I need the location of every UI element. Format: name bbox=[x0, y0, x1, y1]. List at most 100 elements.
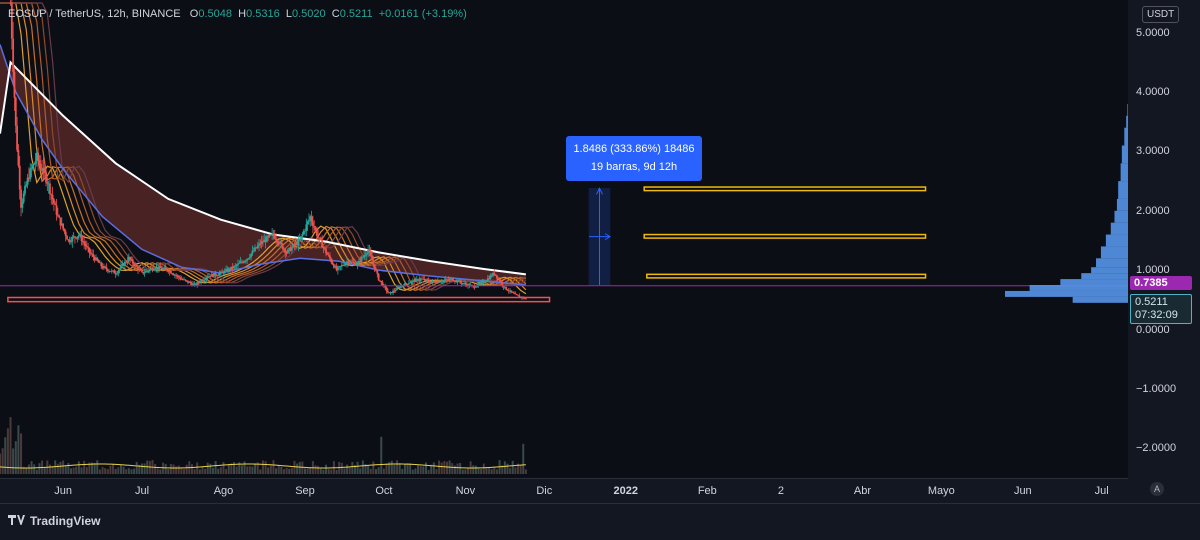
candle-body bbox=[14, 97, 17, 126]
volume-bar bbox=[325, 464, 328, 474]
volume-bar bbox=[190, 464, 193, 474]
volume-bar bbox=[327, 469, 330, 474]
profile-bar bbox=[1100, 246, 1128, 259]
candle-body bbox=[475, 286, 477, 288]
volume-bar bbox=[285, 467, 288, 474]
candle-body bbox=[223, 270, 226, 274]
candle-body bbox=[510, 290, 513, 293]
candle-body bbox=[148, 269, 151, 271]
candle-body bbox=[51, 194, 54, 200]
candle-body bbox=[281, 243, 284, 249]
candle-body bbox=[16, 125, 18, 150]
candle-body bbox=[22, 193, 25, 203]
volume-bar bbox=[385, 463, 388, 474]
volume-bar bbox=[269, 465, 272, 474]
volume-bar bbox=[372, 461, 375, 474]
candle-body bbox=[24, 185, 26, 194]
volume-bar bbox=[133, 468, 136, 474]
profile-bar bbox=[1096, 258, 1128, 268]
legend-low: 0.5020 bbox=[292, 8, 326, 20]
volume-bar bbox=[206, 462, 209, 474]
volume-bar bbox=[296, 463, 299, 474]
candle-body bbox=[256, 245, 259, 248]
candle-body bbox=[248, 257, 251, 259]
candle-body bbox=[218, 273, 221, 276]
candle-body bbox=[12, 38, 15, 72]
volume-bar bbox=[477, 468, 480, 474]
chart-pane[interactable]: EOSUP / TetherUS, 12h, BINANCE O0.5048 H… bbox=[0, 0, 1128, 478]
profile-bar bbox=[1091, 267, 1128, 274]
candle-body bbox=[310, 216, 313, 222]
support-zone bbox=[7, 296, 551, 303]
candle-body bbox=[499, 281, 502, 283]
measure-line-2: 19 barras, 9d 12h bbox=[590, 161, 678, 173]
volume-bar bbox=[390, 460, 393, 474]
currency-button[interactable]: USDT bbox=[1142, 6, 1180, 23]
volume-bar bbox=[401, 468, 404, 474]
price-chart[interactable] bbox=[0, 0, 1128, 478]
candle-body bbox=[494, 274, 497, 276]
volume-bar bbox=[185, 464, 188, 474]
measure-label[interactable]: 1.8486 (333.86%) 18486 19 barras, 9d 12h bbox=[566, 136, 702, 181]
candle-body bbox=[96, 257, 99, 261]
volume-bar bbox=[219, 467, 222, 474]
volume-bar bbox=[322, 469, 325, 474]
volume-bar bbox=[98, 469, 101, 474]
volume-bar bbox=[177, 465, 180, 474]
candle-body bbox=[88, 247, 91, 253]
time-tick-label: 2022 bbox=[613, 485, 639, 497]
volume-bar bbox=[424, 462, 427, 474]
volume-bar bbox=[317, 465, 320, 474]
time-tick-label: Mayo bbox=[927, 485, 955, 497]
volume-bar bbox=[509, 468, 512, 474]
candle-body bbox=[171, 273, 174, 275]
candle-body bbox=[515, 294, 518, 295]
profile-bar bbox=[1118, 181, 1128, 199]
volume-bar bbox=[438, 460, 441, 474]
candle-body bbox=[297, 239, 300, 245]
volume-bar bbox=[59, 461, 62, 474]
price-axis[interactable]: USDT 5.0000 4.0000 3.0000 2.0000 1.0000 0.000… bbox=[1128, 0, 1200, 478]
candle-body bbox=[364, 254, 367, 256]
volume-bar bbox=[235, 466, 238, 474]
candle-body bbox=[336, 267, 339, 271]
volume-bar bbox=[340, 462, 343, 474]
tradingview-logo[interactable]: TradingView bbox=[8, 514, 100, 528]
price-tick-label: 5.0000 bbox=[1136, 26, 1170, 39]
candle-body bbox=[321, 239, 323, 248]
volume-bar bbox=[35, 469, 38, 474]
candle-body bbox=[343, 265, 346, 266]
profile-bar bbox=[1116, 198, 1128, 211]
auto-scale-button[interactable]: A bbox=[1150, 482, 1164, 496]
candle-body bbox=[407, 283, 410, 285]
candle-body bbox=[184, 279, 187, 281]
candle-body bbox=[326, 253, 329, 255]
candle-body bbox=[501, 282, 504, 286]
volume-bar bbox=[12, 448, 15, 474]
volume-bar bbox=[293, 460, 296, 474]
legend-close: 0.5211 bbox=[339, 8, 373, 20]
candle-body bbox=[34, 161, 37, 164]
time-tick-label: Jun bbox=[1013, 485, 1032, 497]
candle-body bbox=[275, 238, 277, 241]
volume-bar bbox=[127, 468, 130, 474]
candle-body bbox=[484, 282, 487, 283]
time-axis[interactable]: Jun Jul Ago Sep Oct Nov Dic 2022 Feb 2 Abr Mayo Jun J… bbox=[0, 478, 1128, 504]
time-tick-label: Sep bbox=[295, 485, 315, 497]
candle-body bbox=[104, 266, 107, 268]
candle-body bbox=[464, 282, 467, 285]
candle-body bbox=[311, 221, 314, 227]
candle-body bbox=[300, 236, 302, 240]
candle-body bbox=[58, 215, 61, 218]
price-tick-label: −1.0000 bbox=[1136, 382, 1177, 395]
candle-body bbox=[50, 194, 53, 195]
candle-body bbox=[451, 278, 454, 281]
volume-bar bbox=[251, 466, 254, 474]
time-tick-label: Oct bbox=[375, 485, 393, 497]
volume-bar bbox=[1, 448, 4, 474]
volume-bar bbox=[314, 465, 317, 474]
volume-bar bbox=[335, 469, 338, 474]
time-tick-label: Ago bbox=[213, 485, 234, 497]
candle-body bbox=[280, 241, 283, 244]
legend-high: 0.5316 bbox=[246, 8, 280, 20]
